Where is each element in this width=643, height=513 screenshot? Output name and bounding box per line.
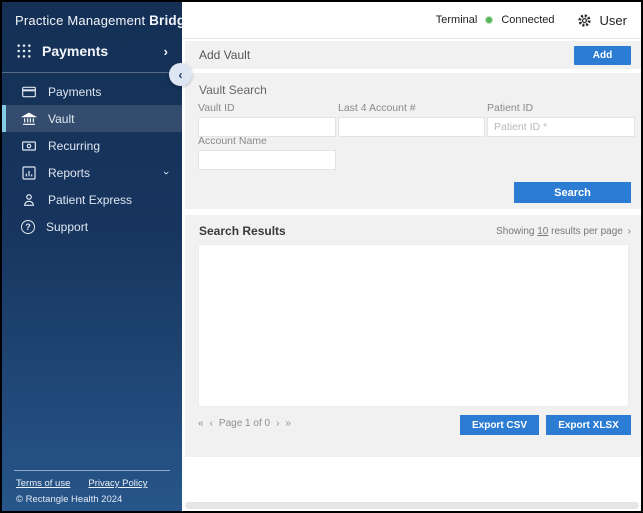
prev-page-button[interactable]: ‹ (210, 418, 213, 429)
person-icon (21, 192, 37, 208)
sidebar-item-label: Vault (48, 112, 74, 126)
topbar: Terminal Connected User (182, 2, 641, 39)
sidebar-item-reports[interactable]: Reports › (2, 159, 182, 186)
last4-account-label: Last 4 Account # (338, 102, 485, 114)
sidebar-collapse-button[interactable]: ‹ (169, 63, 192, 86)
copyright-text: © Rectangle Health 2024 (2, 489, 182, 505)
sidebar-footer: Terms of use Privacy Policy © Rectangle … (2, 470, 182, 505)
chevron-right-icon: › (164, 44, 168, 59)
logo-prefix: Practice Management (15, 13, 149, 28)
showing-prefix: Showing (496, 226, 534, 237)
account-name-label: Account Name (198, 135, 336, 147)
results-per-page-value[interactable]: 10 (537, 226, 548, 237)
bar-chart-icon (21, 165, 37, 181)
next-page-button[interactable]: › (276, 418, 279, 429)
export-xlsx-button[interactable]: Export XLSX (546, 415, 631, 435)
sidebar-item-patient-express[interactable]: Patient Express (2, 186, 182, 213)
vault-search-title: Vault Search (199, 83, 267, 97)
privacy-policy-link[interactable]: Privacy Policy (88, 478, 147, 489)
sidebar-item-label: Reports (48, 166, 90, 180)
vault-id-field: Vault ID (198, 102, 336, 137)
sidebar-item-label: Support (46, 220, 88, 234)
add-button[interactable]: Add (574, 46, 631, 65)
chevron-down-icon: › (160, 171, 172, 175)
last4-account-field: Last 4 Account # (338, 102, 485, 137)
results-per-page-control: Showing 10 results per page › (496, 226, 631, 237)
sidebar-item-payments[interactable]: Payments (2, 78, 182, 105)
gear-icon[interactable] (577, 13, 592, 28)
footer-divider (14, 470, 170, 471)
chevron-right-icon[interactable]: › (628, 226, 631, 237)
horizontal-scrollbar[interactable] (185, 502, 639, 509)
sidebar-item-label: Recurring (48, 139, 100, 153)
page-indicator: Page 1 of 0 (219, 418, 270, 429)
add-vault-title: Add Vault (199, 48, 250, 62)
account-name-field: Account Name (198, 135, 336, 170)
export-csv-button[interactable]: Export CSV (460, 415, 539, 435)
vault-search-panel: Vault Search Vault ID Last 4 Account # P… (185, 73, 641, 209)
search-button[interactable]: Search (514, 182, 631, 203)
sidebar-item-label: Patient Express (48, 193, 132, 207)
status-dot-icon (485, 16, 493, 24)
last-page-button[interactable]: » (285, 418, 291, 429)
sidebar-nav: Payments Vault Recurring (2, 78, 182, 240)
sidebar-item-recurring[interactable]: Recurring (2, 132, 182, 159)
pagination: « ‹ Page 1 of 0 › » (198, 418, 291, 429)
patient-id-field: Patient ID (487, 102, 635, 137)
last4-account-input[interactable] (338, 117, 485, 137)
section-label: Payments (42, 43, 108, 59)
search-results-panel: Search Results Showing 10 results per pa… (185, 215, 641, 457)
sidebar: Practice Management Bridge® Payments › P… (2, 2, 182, 511)
sidebar-item-vault[interactable]: Vault (2, 105, 182, 132)
credit-card-icon (21, 84, 37, 100)
banknote-icon (21, 138, 37, 154)
apps-grid-icon (16, 43, 32, 59)
chevron-left-icon: ‹ (179, 68, 183, 82)
question-icon: ? (21, 220, 35, 234)
search-results-title: Search Results (199, 224, 286, 238)
connection-status: Connected (501, 14, 554, 26)
account-name-input[interactable] (198, 150, 336, 170)
terms-of-use-link[interactable]: Terms of use (16, 478, 70, 489)
vault-id-label: Vault ID (198, 102, 336, 114)
user-menu[interactable]: User (600, 13, 627, 28)
terminal-label: Terminal (436, 14, 478, 26)
app-logo: Practice Management Bridge® (2, 2, 182, 28)
bank-icon (21, 111, 37, 127)
sidebar-item-label: Payments (48, 85, 101, 99)
patient-id-label: Patient ID (487, 102, 635, 114)
vault-id-input[interactable] (198, 117, 336, 137)
showing-suffix: results per page (551, 226, 623, 237)
sidebar-section-payments[interactable]: Payments › (2, 28, 182, 73)
add-vault-panel: Add Vault Add (185, 41, 641, 69)
patient-id-input[interactable] (487, 117, 635, 137)
sidebar-item-support[interactable]: ? Support (2, 213, 182, 240)
app-window: Practice Management Bridge® Payments › P… (0, 0, 643, 513)
first-page-button[interactable]: « (198, 418, 204, 429)
results-table-area (198, 244, 629, 407)
